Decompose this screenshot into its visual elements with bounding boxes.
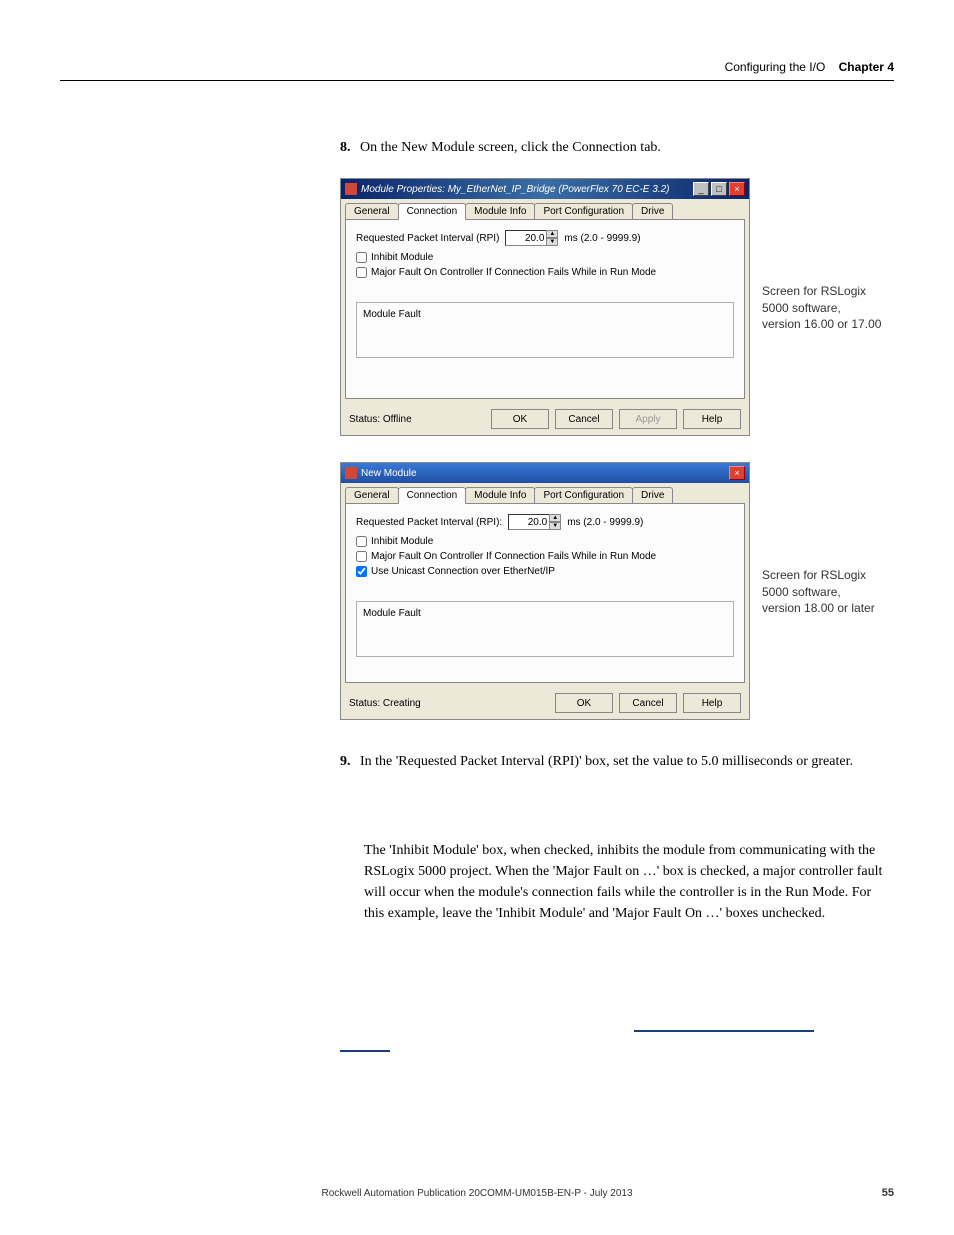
dialog1-tabs: General Connection Module Info Port Conf…	[341, 199, 749, 219]
window-controls: ×	[729, 466, 745, 480]
dialog2-buttons: OK Cancel Help	[555, 693, 741, 713]
minimize-button[interactable]: _	[693, 182, 709, 196]
major-fault-checkbox[interactable]	[356, 551, 367, 562]
unicast-label: Use Unicast Connection over EtherNet/IP	[371, 566, 555, 577]
help-button[interactable]: Help	[683, 409, 741, 429]
step-9-number: 9.	[340, 754, 351, 769]
spin-up-icon[interactable]: ▲	[549, 514, 561, 522]
header-rule	[60, 80, 894, 81]
spin-down-icon[interactable]: ▼	[549, 522, 561, 530]
inhibit-label: Inhibit Module	[371, 536, 433, 547]
spin-up-icon[interactable]: ▲	[546, 230, 558, 238]
unicast-checkbox[interactable]	[356, 566, 367, 577]
major-fault-row: Major Fault On Controller If Connection …	[356, 267, 734, 278]
dialog1-titlebar[interactable]: Module Properties: My_EtherNet_IP_Bridge…	[341, 179, 749, 199]
dialog1-body: Requested Packet Interval (RPI) ▲▼ ms (2…	[345, 219, 745, 399]
page-header: Configuring the I/O Chapter 4	[725, 60, 894, 74]
dialog2-caption: Screen for RSLogix 5000 software, versio…	[762, 567, 882, 617]
app-icon	[345, 183, 357, 195]
maximize-button[interactable]: □	[711, 182, 727, 196]
ok-button[interactable]: OK	[555, 693, 613, 713]
major-fault-label: Major Fault On Controller If Connection …	[371, 551, 656, 562]
rpi-unit: ms (2.0 - 9999.9)	[564, 233, 640, 244]
step-9: 9. In the 'Requested Packet Interval (RP…	[340, 754, 894, 770]
dialog2-title: New Module	[361, 468, 729, 479]
rpi-spinner[interactable]: ▲▼	[546, 230, 558, 246]
step-9-text: In the 'Requested Packet Interval (RPI)'…	[360, 754, 853, 769]
ok-button[interactable]: OK	[491, 409, 549, 429]
major-fault-checkbox[interactable]	[356, 267, 367, 278]
status-text: Status: Offline	[349, 414, 412, 425]
section-title: Configuring the I/O	[725, 60, 826, 74]
module-fault-legend: Module Fault	[363, 309, 421, 320]
step-8-number: 8.	[340, 140, 351, 155]
dialog2-tabs: General Connection Module Info Port Conf…	[341, 483, 749, 503]
module-fault-legend: Module Fault	[363, 608, 421, 619]
close-button[interactable]: ×	[729, 466, 745, 480]
dialog2-row: New Module × General Connection Module I…	[340, 450, 894, 734]
inhibit-label: Inhibit Module	[371, 252, 433, 263]
tab-module-info[interactable]: Module Info	[465, 203, 535, 219]
tab-drive[interactable]: Drive	[632, 203, 673, 219]
cancel-button[interactable]: Cancel	[555, 409, 613, 429]
dialog2-status-bar: Status: Creating OK Cancel Help	[341, 687, 749, 719]
rpi-input[interactable]	[508, 514, 550, 530]
main-content: 8. On the New Module screen, click the C…	[340, 140, 894, 924]
spin-down-icon[interactable]: ▼	[546, 238, 558, 246]
rpi-row: Requested Packet Interval (RPI) ▲▼ ms (2…	[356, 230, 734, 246]
tab-general[interactable]: General	[345, 203, 399, 219]
rpi-input[interactable]	[505, 230, 547, 246]
inhibit-row: Inhibit Module	[356, 536, 734, 547]
chapter-label: Chapter 4	[839, 60, 894, 74]
dialog2-body: Requested Packet Interval (RPI): ▲▼ ms (…	[345, 503, 745, 683]
app-icon	[345, 467, 357, 479]
apply-button[interactable]: Apply	[619, 409, 677, 429]
module-fault-group: Module Fault	[356, 302, 734, 358]
tab-module-info[interactable]: Module Info	[465, 487, 535, 503]
rpi-label: Requested Packet Interval (RPI)	[356, 233, 499, 244]
major-fault-row: Major Fault On Controller If Connection …	[356, 551, 734, 562]
window-controls: _ □ ×	[693, 182, 745, 196]
inhibit-checkbox[interactable]	[356, 252, 367, 263]
step-8: 8. On the New Module screen, click the C…	[340, 140, 894, 156]
dialog2-titlebar[interactable]: New Module ×	[341, 463, 749, 483]
page-footer: Rockwell Automation Publication 20COMM-U…	[0, 1188, 954, 1199]
module-fault-group: Module Fault	[356, 601, 734, 657]
cancel-button[interactable]: Cancel	[619, 693, 677, 713]
inhibit-checkbox[interactable]	[356, 536, 367, 547]
publication-id: Rockwell Automation Publication 20COMM-U…	[321, 1188, 632, 1199]
rpi-unit: ms (2.0 - 9999.9)	[567, 517, 643, 528]
help-button[interactable]: Help	[683, 693, 741, 713]
dialog1-status-bar: Status: Offline OK Cancel Apply Help	[341, 403, 749, 435]
close-button[interactable]: ×	[729, 182, 745, 196]
page-number: 55	[882, 1187, 894, 1199]
tab-general[interactable]: General	[345, 487, 399, 503]
status-text: Status: Creating	[349, 698, 421, 709]
inhibit-row: Inhibit Module	[356, 252, 734, 263]
dialog1-title: Module Properties: My_EtherNet_IP_Bridge…	[361, 184, 693, 195]
unicast-row: Use Unicast Connection over EtherNet/IP	[356, 566, 734, 577]
rpi-row: Requested Packet Interval (RPI): ▲▼ ms (…	[356, 514, 734, 530]
tab-port-config[interactable]: Port Configuration	[534, 487, 633, 503]
body-paragraph: The 'Inhibit Module' box, when checked, …	[364, 840, 894, 924]
step-8-text: On the New Module screen, click the Conn…	[360, 140, 661, 155]
module-properties-dialog: Module Properties: My_EtherNet_IP_Bridge…	[340, 178, 750, 436]
dialog1-row: Module Properties: My_EtherNet_IP_Bridge…	[340, 166, 894, 450]
tab-port-config[interactable]: Port Configuration	[534, 203, 633, 219]
new-module-dialog: New Module × General Connection Module I…	[340, 462, 750, 720]
decorative-rule-2	[340, 1050, 390, 1052]
rpi-label: Requested Packet Interval (RPI):	[356, 517, 502, 528]
decorative-rule-1	[634, 1030, 814, 1032]
dialog1-buttons: OK Cancel Apply Help	[491, 409, 741, 429]
dialog1-caption: Screen for RSLogix 5000 software, versio…	[762, 283, 882, 333]
tab-drive[interactable]: Drive	[632, 487, 673, 503]
major-fault-label: Major Fault On Controller If Connection …	[371, 267, 656, 278]
tab-connection[interactable]: Connection	[398, 203, 467, 220]
tab-connection[interactable]: Connection	[398, 487, 467, 504]
rpi-spinner[interactable]: ▲▼	[549, 514, 561, 530]
